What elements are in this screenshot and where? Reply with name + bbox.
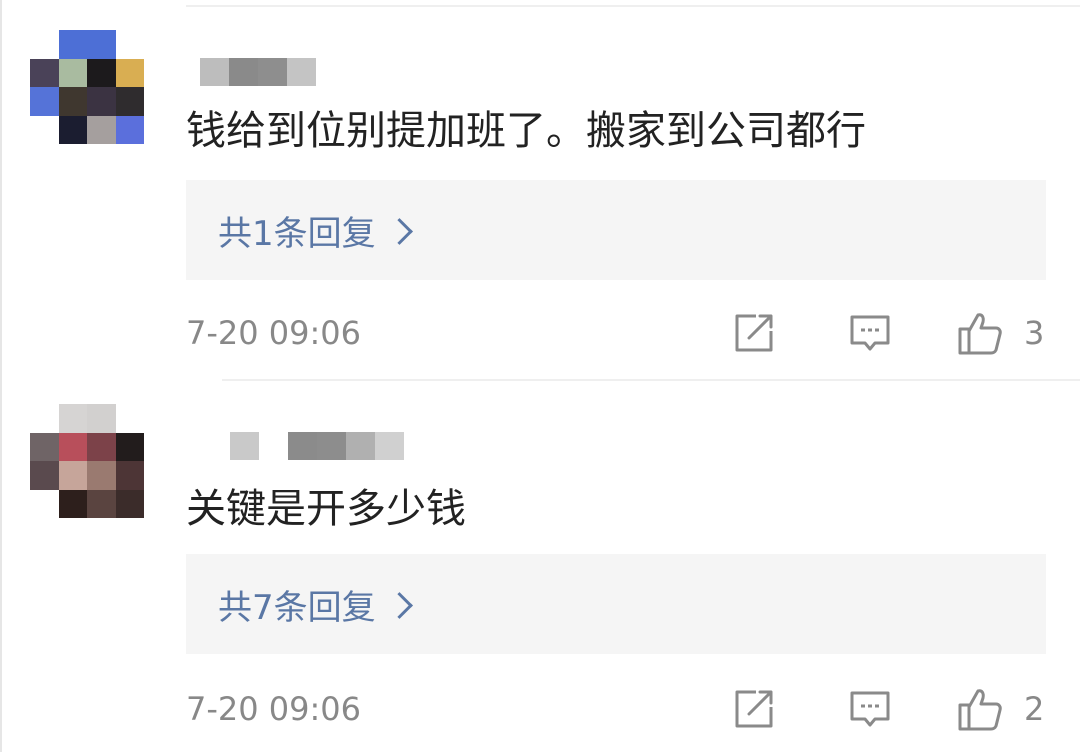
thumbs-up-icon <box>956 309 1004 357</box>
username-mosaic-block <box>230 432 259 460</box>
comment-item: 钱给到位别提加班了。搬家到公司都行 共1条回复 7-20 09:06 3 <box>0 0 1080 380</box>
avatar-pixel <box>87 489 116 518</box>
username-mosaic-block <box>229 58 258 86</box>
chevron-right-icon <box>385 217 413 245</box>
username-mosaic-block <box>258 58 287 86</box>
avatar-pixel <box>58 489 87 518</box>
username-mosaic-block <box>287 58 316 86</box>
like-button[interactable]: 3 <box>956 308 1044 358</box>
username-mosaic-block <box>259 432 288 460</box>
timestamp: 7-20 09:06 <box>186 314 362 352</box>
username-redacted[interactable] <box>230 432 404 460</box>
avatar-pixel <box>30 58 59 87</box>
avatar-pixel <box>58 115 87 144</box>
username-mosaic-block <box>200 58 229 86</box>
avatar-pixel <box>115 115 144 144</box>
avatar-pixel <box>58 432 87 461</box>
avatar-pixel <box>58 404 87 433</box>
avatar-pixel <box>30 30 59 59</box>
avatar-pixel <box>115 58 144 87</box>
avatar-pixel <box>58 58 87 87</box>
avatar-pixel <box>115 404 144 433</box>
avatar-pixel <box>87 404 116 433</box>
avatar-pixel <box>115 461 144 490</box>
comment-text: 钱给到位别提加班了。搬家到公司都行 <box>186 108 866 154</box>
username-mosaic-block <box>288 432 317 460</box>
view-replies-button[interactable]: 共1条回复 <box>186 180 1046 280</box>
avatar-pixel <box>87 115 116 144</box>
avatar-pixel <box>30 432 59 461</box>
avatar-pixel <box>115 432 144 461</box>
avatar-pixel <box>58 30 87 59</box>
reply-count-label: 共7条回复 <box>218 587 376 628</box>
avatar-pixel <box>87 432 116 461</box>
like-button[interactable]: 2 <box>956 684 1044 734</box>
comment-item: 关键是开多少钱 共7条回复 7-20 09:06 2 <box>0 380 1080 752</box>
avatar-pixel <box>87 58 116 87</box>
comment-meta-row: 7-20 09:06 <box>186 308 1046 358</box>
thumbs-up-icon <box>956 685 1004 733</box>
avatar[interactable] <box>30 404 144 518</box>
reply-button[interactable] <box>848 308 892 358</box>
avatar-pixel <box>30 87 59 116</box>
avatar-pixel <box>58 87 87 116</box>
avatar-pixel <box>30 489 59 518</box>
comment-list-screen: 钱给到位别提加班了。搬家到公司都行 共1条回复 7-20 09:06 3 关键是… <box>0 0 1080 752</box>
username-mosaic-block <box>317 432 346 460</box>
avatar[interactable] <box>30 30 144 144</box>
reply-count-label: 共1条回复 <box>218 213 376 254</box>
comment-text: 关键是开多少钱 <box>186 486 466 532</box>
username-redacted[interactable] <box>200 58 316 86</box>
comment-icon <box>848 687 892 731</box>
username-mosaic-block <box>346 432 375 460</box>
like-count: 3 <box>1024 314 1045 352</box>
comment-icon <box>848 311 892 355</box>
avatar-pixel <box>30 115 59 144</box>
share-icon <box>732 311 776 355</box>
share-button[interactable] <box>732 684 776 734</box>
share-button[interactable] <box>732 308 776 358</box>
username-mosaic-block <box>375 432 404 460</box>
comment-meta-row: 7-20 09:06 <box>186 684 1046 734</box>
avatar-pixel <box>87 461 116 490</box>
timestamp: 7-20 09:06 <box>186 690 362 728</box>
share-icon <box>732 687 776 731</box>
view-replies-button[interactable]: 共7条回复 <box>186 554 1046 654</box>
avatar-pixel <box>115 87 144 116</box>
avatar-pixel <box>30 461 59 490</box>
avatar-pixel <box>30 404 59 433</box>
avatar-pixel <box>87 87 116 116</box>
reply-button[interactable] <box>848 684 892 734</box>
avatar-pixel <box>115 489 144 518</box>
like-count: 2 <box>1024 690 1045 728</box>
avatar-pixel <box>115 30 144 59</box>
chevron-right-icon <box>385 591 413 619</box>
avatar-pixel <box>87 30 116 59</box>
avatar-pixel <box>58 461 87 490</box>
